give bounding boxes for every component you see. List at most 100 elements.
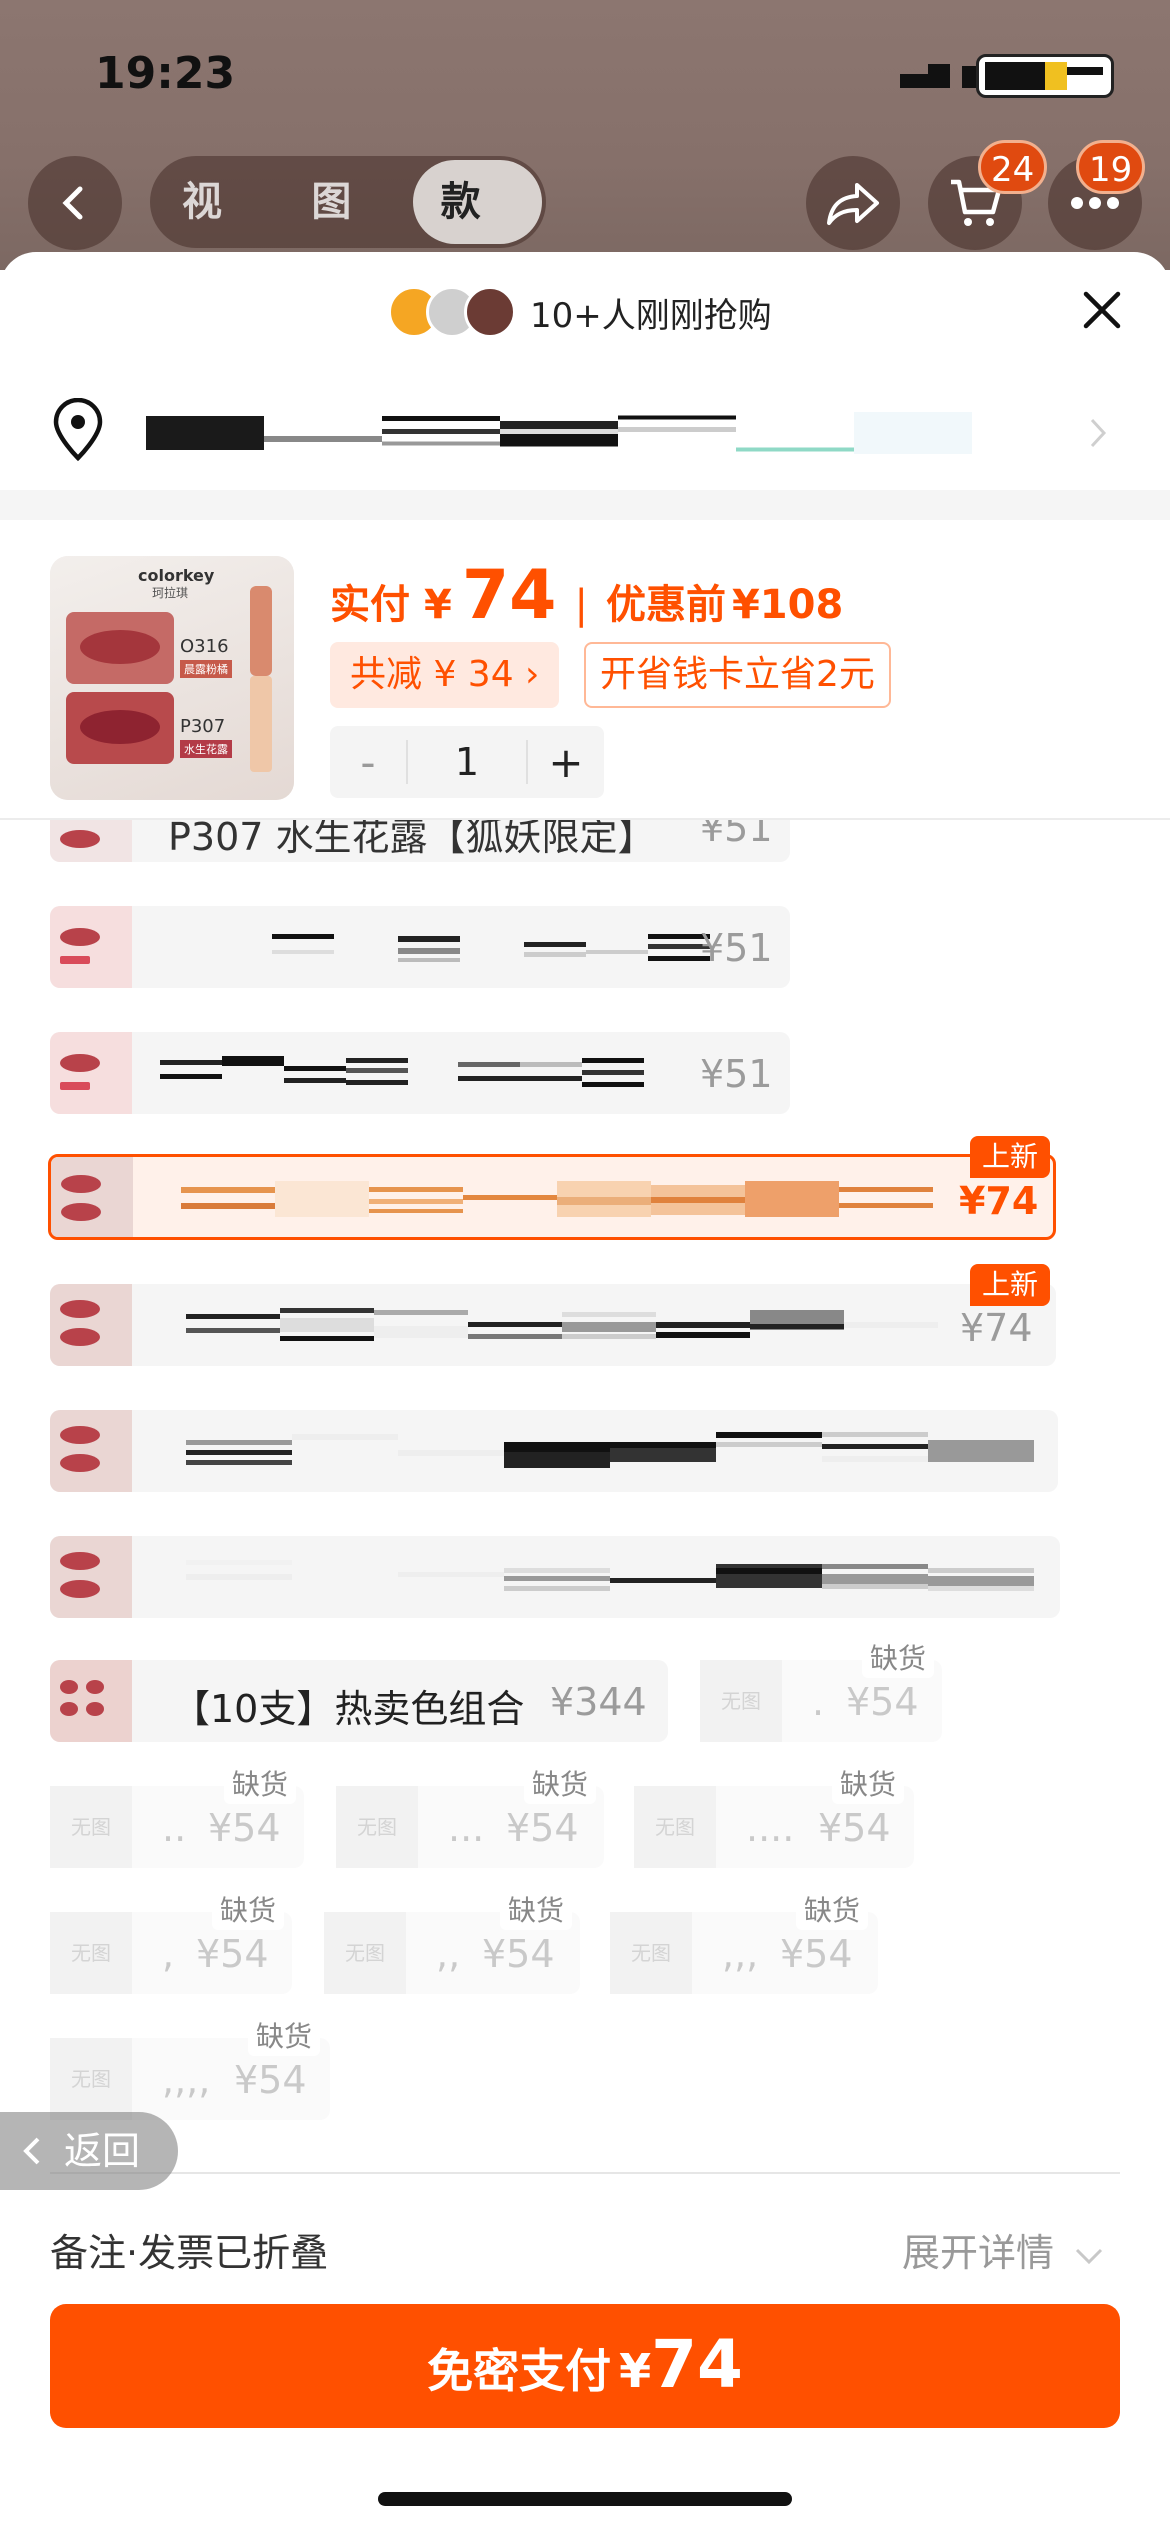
- option-thumbnail: [50, 906, 132, 988]
- option-label-redacted: [272, 934, 710, 962]
- chevron-right-icon[interactable]: [1088, 416, 1108, 450]
- option-price: ¥54: [234, 2058, 307, 2102]
- option-label: ,: [162, 1932, 175, 1976]
- location-pin-icon[interactable]: [50, 398, 106, 462]
- price-line: 实付 ¥ 74 | 优惠前 ¥108: [330, 556, 843, 635]
- back-nav-button[interactable]: [28, 156, 122, 250]
- tab-video[interactable]: 视频: [154, 160, 283, 309]
- recent-buyers: 10+人刚刚抢购: [388, 286, 772, 338]
- sku-option-selected[interactable]: ¥74: [48, 1154, 1056, 1240]
- lip-tube: [250, 676, 272, 772]
- option-label: ,,,,: [162, 2058, 211, 2102]
- battery-icon: [976, 54, 1114, 98]
- option-label: ,,: [436, 1932, 461, 1976]
- no-image-placeholder: 无图: [324, 1912, 406, 1994]
- back-button[interactable]: 返回: [0, 2112, 178, 2190]
- no-image-placeholder: 无图: [50, 1912, 132, 1994]
- no-image-placeholder: 无图: [700, 1660, 782, 1742]
- option-price: ¥51: [700, 1052, 773, 1096]
- share-button[interactable]: [806, 156, 900, 250]
- expand-details-button[interactable]: 展开详情: [902, 2222, 1104, 2277]
- status-time: 19:23: [95, 48, 236, 99]
- sku-option[interactable]: [50, 1536, 1060, 1618]
- sku-option[interactable]: 【10支】热卖色组合 ¥344: [50, 1660, 668, 1742]
- expand-details-label: 展开详情: [902, 2231, 1055, 2275]
- lip-swatch: [66, 692, 174, 764]
- no-image-placeholder: 无图: [50, 1786, 132, 1868]
- pay-button[interactable]: 免密支付 ¥ 74: [50, 2304, 1120, 2428]
- option-label-redacted: [181, 1181, 933, 1217]
- sku-option[interactable]: ¥51: [50, 906, 790, 988]
- option-thumbnail: [50, 1032, 132, 1114]
- out-of-stock-tag: 缺货: [524, 1766, 597, 1804]
- chevron-left-icon: [23, 2137, 40, 2165]
- sku-option[interactable]: ¥51: [50, 1032, 790, 1114]
- decrease-button[interactable]: -: [330, 738, 406, 787]
- brand-logo-cn: 珂拉琪: [152, 586, 189, 600]
- avatar: [464, 286, 516, 338]
- option-price: ¥54: [846, 1680, 919, 1724]
- option-label-redacted: [186, 1432, 1034, 1468]
- option-price: ¥51: [700, 926, 773, 970]
- option-thumbnail: [50, 1284, 132, 1366]
- option-price: ¥54: [780, 1932, 853, 1976]
- address-redacted[interactable]: [146, 412, 1056, 454]
- back-label: 返回: [64, 2129, 141, 2173]
- option-label-redacted: [186, 1308, 938, 1341]
- no-image-placeholder: 无图: [336, 1786, 418, 1868]
- brand-logo-text: colorkey: [138, 566, 215, 585]
- chevron-left-icon: [62, 186, 83, 220]
- tab-styles[interactable]: 款式: [412, 160, 542, 309]
- option-label-redacted: [160, 1056, 644, 1087]
- quantity-stepper: - 1 +: [330, 726, 604, 798]
- option-thumbnail: [51, 1157, 133, 1237]
- option-label: 【10支】热卖色组合: [172, 1687, 525, 1731]
- option-price: ¥344: [550, 1680, 647, 1724]
- sku-option[interactable]: [50, 1410, 1058, 1492]
- no-image-placeholder: 无图: [50, 2038, 132, 2120]
- paid-amount: 74: [461, 556, 557, 635]
- option-price: ¥54: [818, 1806, 891, 1850]
- option-price: ¥74: [959, 1179, 1039, 1223]
- footer-divider: [50, 2172, 1120, 2174]
- pay-amount: 74: [651, 2326, 743, 2403]
- home-indicator: [378, 2492, 792, 2506]
- remarks-invoice-label[interactable]: 备注·发票已折叠: [50, 2222, 328, 2277]
- no-image-placeholder: 无图: [610, 1912, 692, 1994]
- total-discount-button[interactable]: 共减 ¥ 34 ›: [330, 642, 560, 708]
- shade-name: 水生花露: [180, 740, 232, 758]
- media-tabs: 视频 图集 款式: [150, 156, 546, 309]
- chevron-down-icon: [1076, 2248, 1103, 2264]
- pay-currency: ¥: [619, 2344, 652, 2398]
- paid-currency: ¥: [424, 582, 452, 628]
- option-label: ..: [162, 1806, 187, 1850]
- pay-label: 免密支付: [427, 2344, 612, 2398]
- tab-gallery[interactable]: 图集: [283, 160, 412, 309]
- shade-code: P307: [180, 716, 226, 737]
- option-price: ¥54: [482, 1932, 555, 1976]
- lip-swatch: [66, 612, 174, 684]
- cart-count-badge: 24: [978, 140, 1048, 194]
- quantity-value[interactable]: 1: [406, 740, 528, 784]
- section-divider: [0, 490, 1170, 520]
- out-of-stock-tag: 缺货: [862, 1640, 935, 1678]
- new-tag: 上新: [970, 1136, 1051, 1178]
- message-count-badge: 19: [1076, 140, 1146, 194]
- option-price: ¥74: [960, 1306, 1033, 1350]
- close-icon[interactable]: [1078, 286, 1126, 334]
- option-label: .: [812, 1680, 825, 1724]
- option-label: ...: [448, 1806, 485, 1850]
- paid-label: 实付: [330, 582, 410, 628]
- before-discount-label: 优惠前: [605, 582, 726, 628]
- increase-button[interactable]: +: [528, 738, 604, 787]
- product-image[interactable]: colorkey 珂拉琪 O316 晨露粉橘 P307 水生花露: [50, 556, 294, 800]
- new-tag: 上新: [970, 1264, 1051, 1306]
- option-price: ¥54: [506, 1806, 579, 1850]
- sku-option[interactable]: ¥74: [50, 1284, 1056, 1366]
- option-thumbnail: [50, 1660, 132, 1742]
- shade-code: O316: [180, 636, 229, 657]
- lip-tube: [250, 586, 272, 676]
- out-of-stock-tag: 缺货: [224, 1766, 297, 1804]
- savings-card-button[interactable]: 开省钱卡立省2元: [584, 642, 891, 708]
- option-label: ....: [746, 1806, 795, 1850]
